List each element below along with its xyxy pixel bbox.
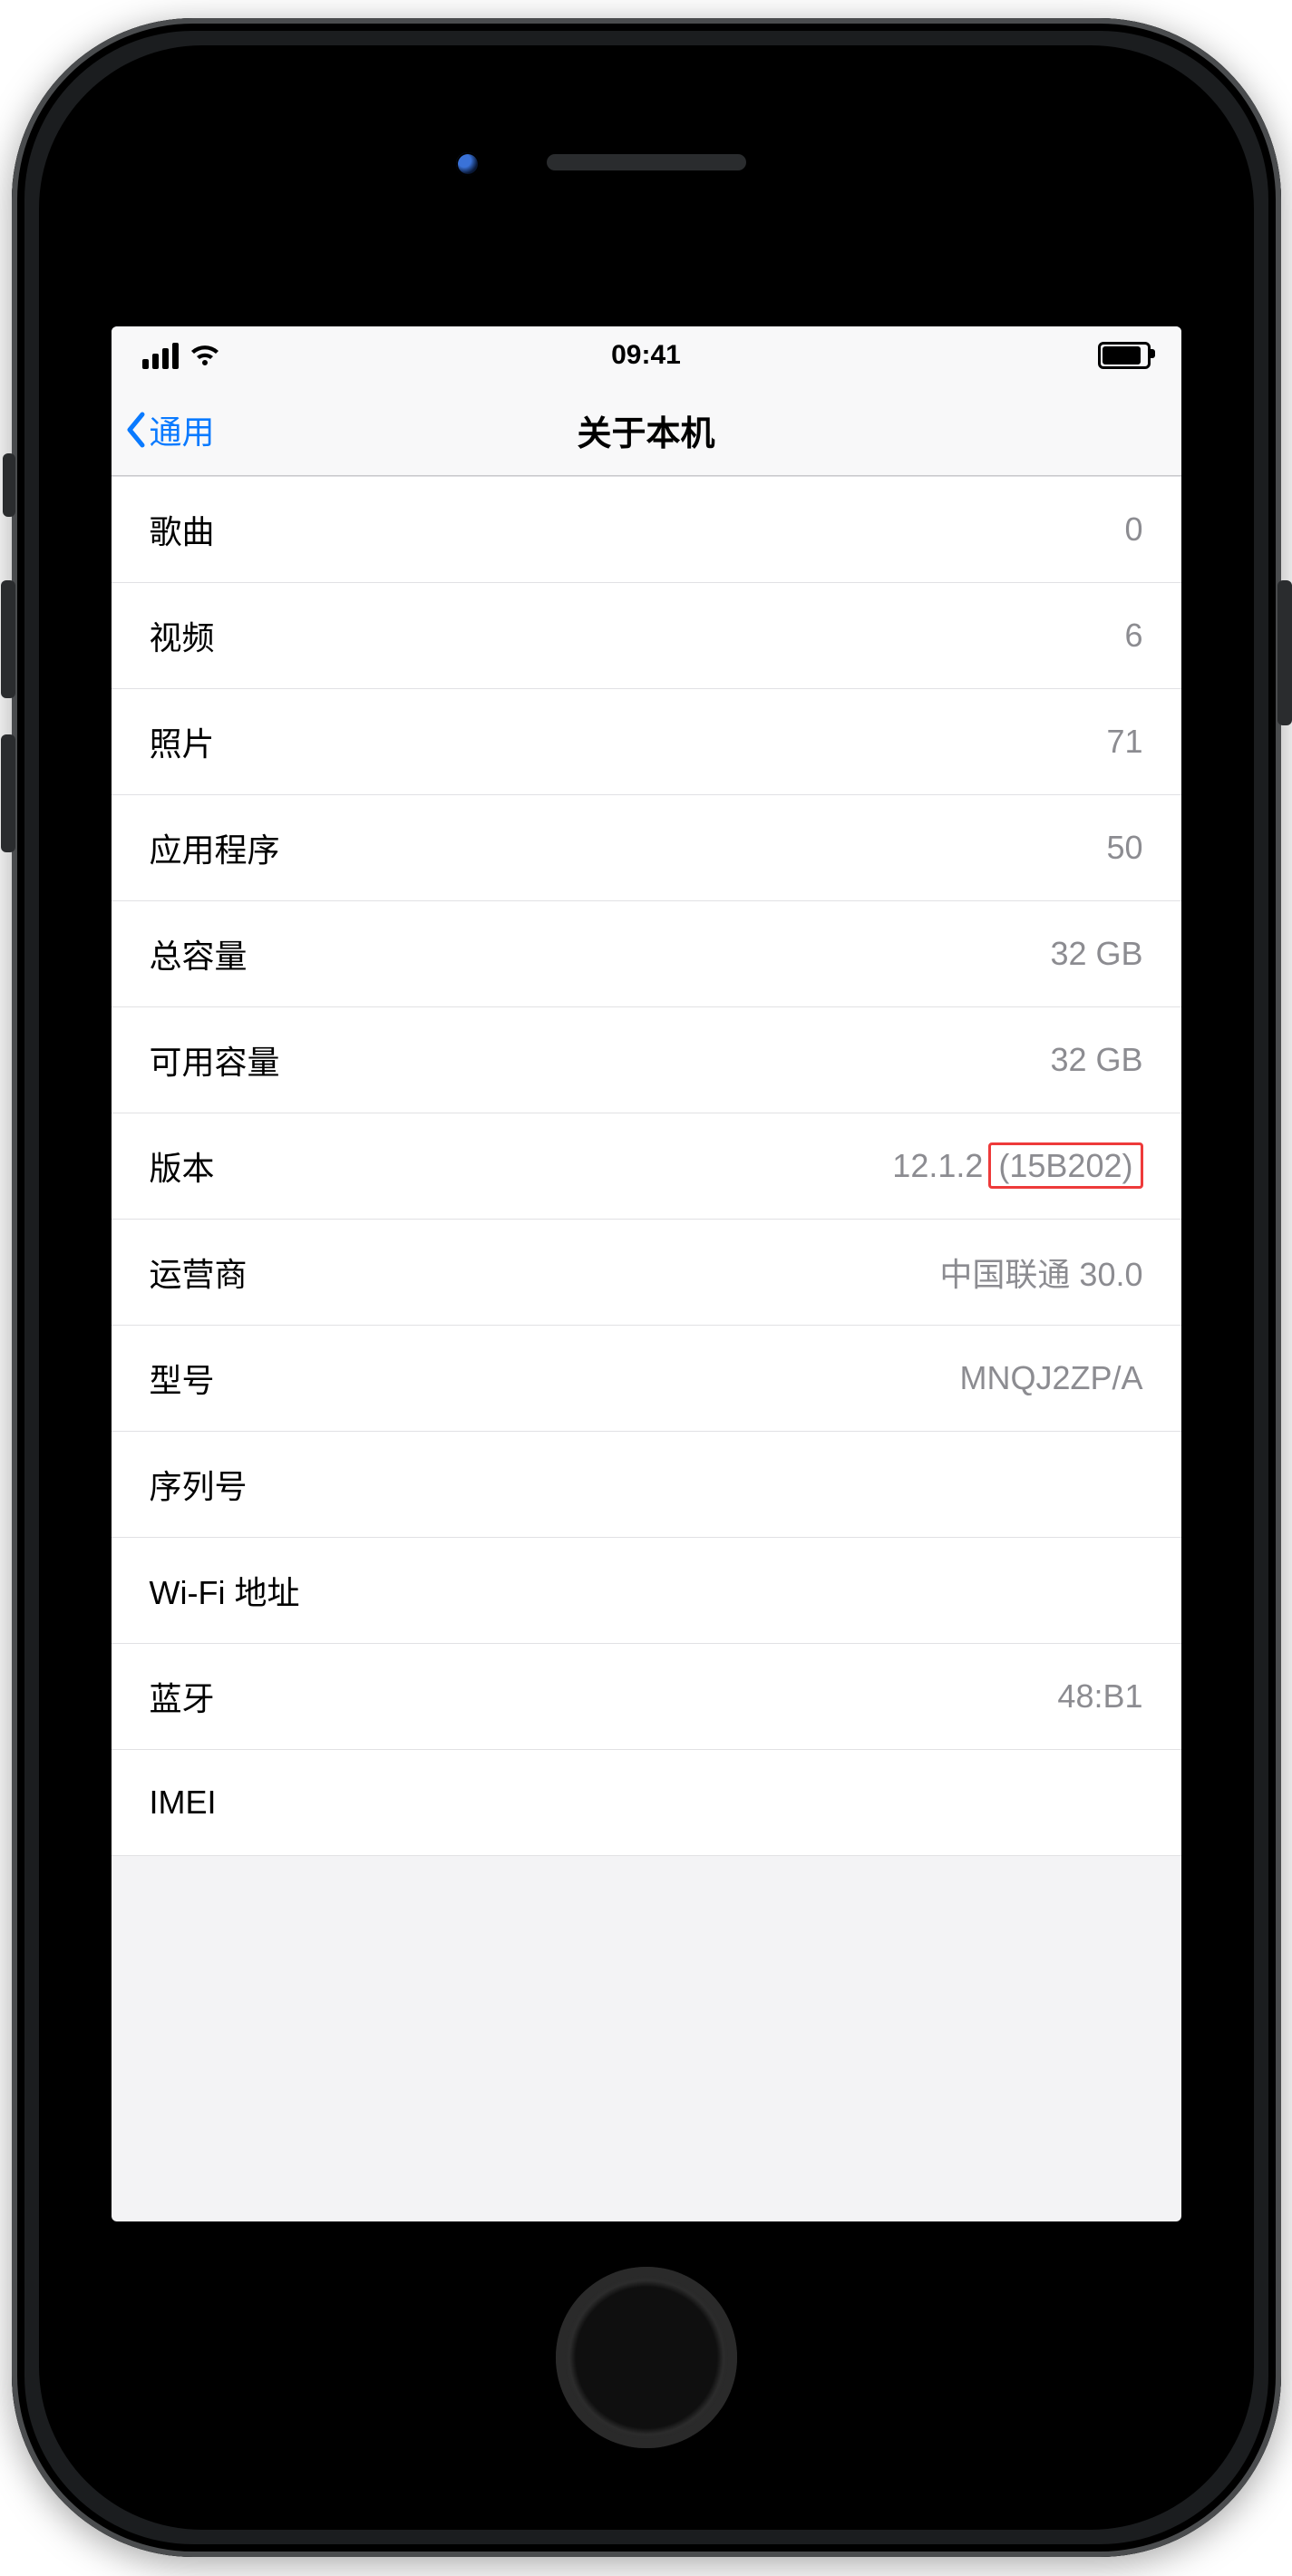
row-value: 0 [1124, 510, 1142, 549]
page-title: 关于本机 [112, 405, 1181, 455]
screen: 09:41 通用 关于本机 [112, 326, 1181, 2221]
row-value: 32 GB [1050, 935, 1142, 973]
row-songs[interactable]: 歌曲 0 [112, 476, 1181, 583]
volume-down-button [1, 734, 15, 852]
front-camera [456, 152, 480, 176]
row-version[interactable]: 版本 12.1.2(15B202) [112, 1113, 1181, 1220]
earpiece-speaker [547, 154, 746, 170]
row-photos[interactable]: 照片 71 [112, 689, 1181, 795]
volume-up-button [1, 580, 15, 698]
row-value: 6 [1124, 617, 1142, 655]
row-carrier[interactable]: 运营商 中国联通 30.0 [112, 1220, 1181, 1326]
wifi-icon [189, 344, 220, 367]
row-serial[interactable]: 序列号 [112, 1432, 1181, 1538]
row-wifi-address[interactable]: Wi-Fi 地址 [112, 1538, 1181, 1644]
row-imei[interactable]: IMEI [112, 1750, 1181, 1856]
row-label: Wi-Fi 地址 [150, 1567, 300, 1614]
row-bluetooth[interactable]: 蓝牙 48:B1 [112, 1644, 1181, 1750]
row-value: 32 GB [1050, 1041, 1142, 1079]
row-label: 序列号 [150, 1461, 248, 1508]
row-label: 版本 [150, 1142, 215, 1190]
row-label: 总容量 [150, 930, 248, 977]
mute-switch [3, 453, 15, 517]
row-model[interactable]: 型号 MNQJ2ZP/A [112, 1326, 1181, 1432]
row-value: 50 [1106, 829, 1142, 867]
about-list: 歌曲 0 视频 6 照片 71 应用程序 50 [112, 476, 1181, 1856]
row-value: 12.1.2(15B202) [892, 1147, 1142, 1185]
row-label: 应用程序 [150, 824, 280, 871]
row-value: 71 [1106, 723, 1142, 761]
phone-frame: 09:41 通用 关于本机 [12, 18, 1281, 2557]
row-value: 48:B1 [1057, 1677, 1142, 1716]
row-apps[interactable]: 应用程序 50 [112, 795, 1181, 901]
row-available[interactable]: 可用容量 32 GB [112, 1007, 1181, 1113]
row-label: 型号 [150, 1355, 215, 1402]
cellular-signal-icon [142, 343, 179, 369]
status-time: 09:41 [112, 340, 1181, 371]
navigation-bar: 通用 关于本机 [112, 384, 1181, 476]
row-label: 歌曲 [150, 506, 215, 553]
row-label: 视频 [150, 612, 215, 659]
row-label: IMEI [150, 1784, 217, 1822]
row-label: 照片 [150, 718, 215, 765]
status-bar: 09:41 [112, 326, 1181, 384]
battery-icon [1098, 342, 1151, 369]
home-button[interactable] [556, 2267, 737, 2448]
power-button [1277, 580, 1292, 725]
row-value: MNQJ2ZP/A [959, 1359, 1142, 1397]
row-label: 运营商 [150, 1249, 248, 1296]
row-videos[interactable]: 视频 6 [112, 583, 1181, 689]
row-value: 中国联通 30.0 [939, 1249, 1142, 1296]
row-label: 可用容量 [150, 1036, 280, 1084]
version-build-highlight: (15B202) [988, 1142, 1142, 1189]
row-capacity[interactable]: 总容量 32 GB [112, 901, 1181, 1007]
row-label: 蓝牙 [150, 1673, 215, 1720]
